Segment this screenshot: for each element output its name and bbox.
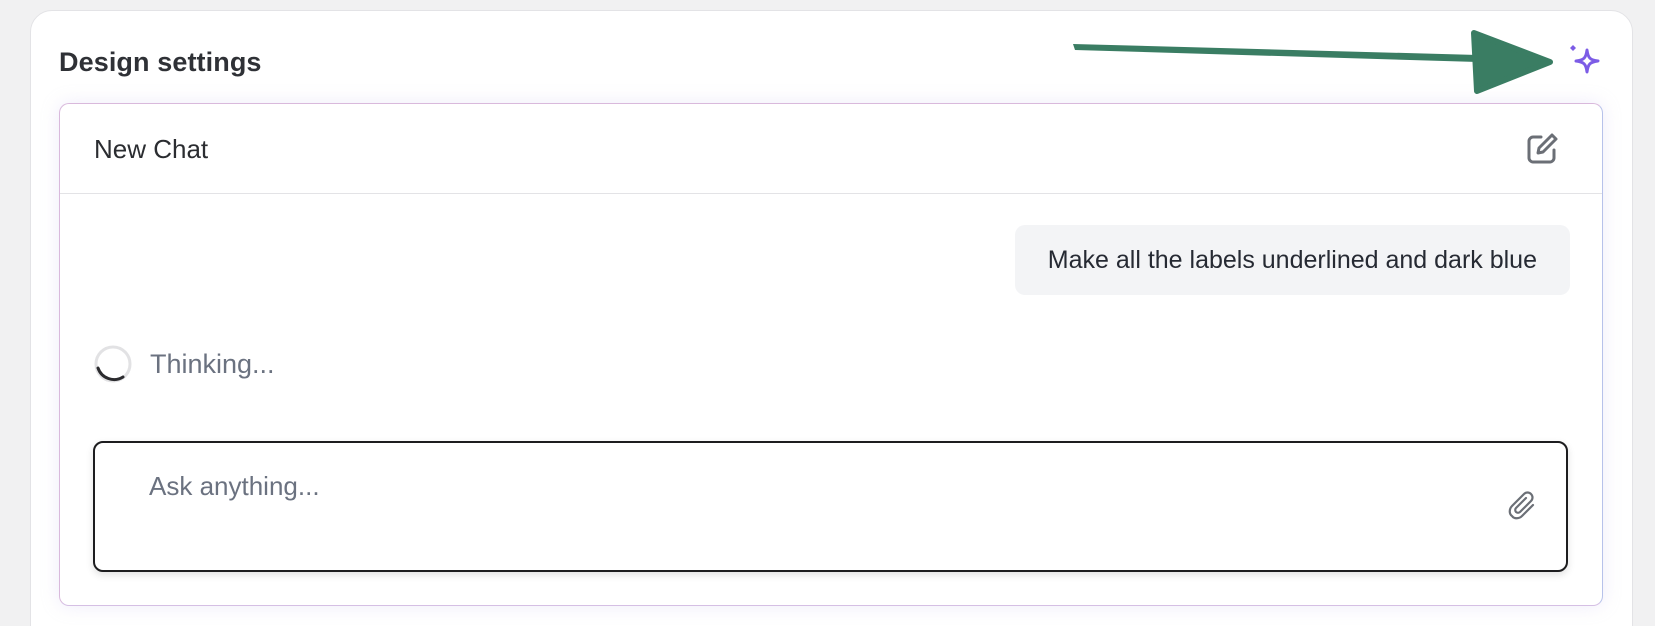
thinking-status: Thinking... xyxy=(93,344,275,384)
thinking-text: Thinking... xyxy=(150,348,275,379)
ask-input[interactable] xyxy=(149,471,1449,502)
chat-header: New Chat xyxy=(60,104,1602,194)
chat-title: New Chat xyxy=(94,134,209,164)
paperclip-icon xyxy=(1508,491,1535,520)
chat-card: New Chat Make all the labels underlined … xyxy=(59,103,1603,606)
edit-square-icon xyxy=(1527,133,1558,164)
spinner-icon xyxy=(94,345,132,383)
chat-input-box[interactable] xyxy=(93,441,1568,572)
sparkles-icon xyxy=(1570,45,1600,74)
new-chat-button[interactable] xyxy=(1523,130,1561,168)
ai-sparkle-button[interactable] xyxy=(1565,41,1605,81)
user-message-bubble: Make all the labels underlined and dark … xyxy=(1014,225,1570,295)
attach-button[interactable] xyxy=(1506,489,1542,525)
panel-title: Design settings xyxy=(59,47,262,77)
page: Design settings New Chat Make all the la… xyxy=(0,0,1655,626)
